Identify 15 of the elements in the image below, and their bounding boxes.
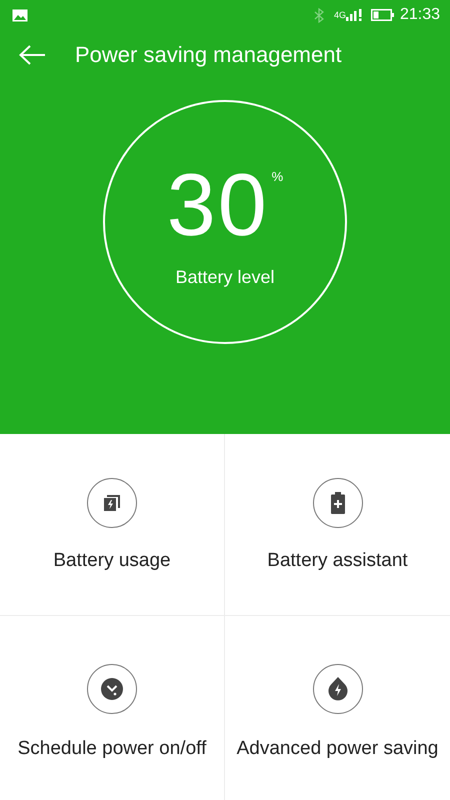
percent-sign: % — [272, 168, 284, 184]
drop-lightning-icon — [328, 677, 348, 701]
gauge-caption: Battery level — [175, 266, 275, 288]
clock-time: 21:33 — [400, 6, 440, 24]
clock-icon — [101, 678, 123, 700]
network-type: 4G — [334, 10, 346, 20]
back-button[interactable] — [18, 44, 46, 66]
battery-icon — [370, 9, 394, 21]
battery-percent: 30 — [166, 160, 269, 248]
image-icon — [12, 8, 28, 22]
bluetooth-icon — [314, 8, 324, 22]
lightning-cards-icon — [102, 493, 122, 513]
screen-title: Power saving management — [75, 42, 342, 68]
signal-icon — [346, 9, 363, 21]
battery-plus-icon — [330, 492, 344, 514]
